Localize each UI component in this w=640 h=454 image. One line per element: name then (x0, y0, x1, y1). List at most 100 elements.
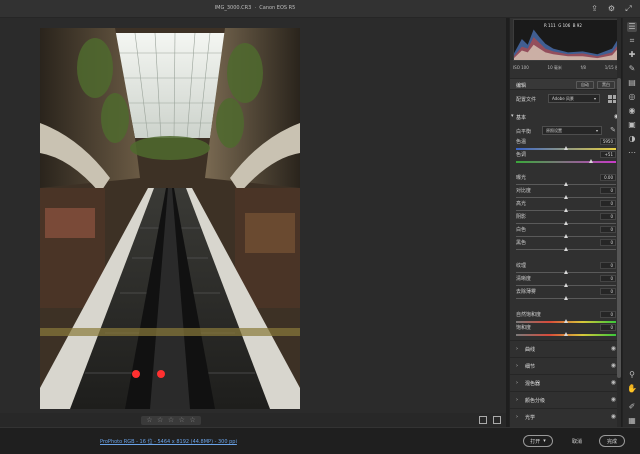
scrollbar-thumb[interactable] (617, 78, 621, 378)
grid-icon[interactable]: ▦ (627, 416, 637, 426)
gear-icon[interactable]: ⚙ (606, 3, 617, 14)
panel-header[interactable]: › 曲线 ◉ (510, 340, 621, 356)
chevron-down-icon: ▾ (593, 96, 596, 101)
panel-header[interactable]: › 颜色分级 ◉ (510, 391, 621, 407)
linear-gradient-icon[interactable]: ▤ (627, 78, 637, 88)
basic-section-header[interactable]: ▾ 基本 ◉ (510, 111, 621, 123)
cancel-button[interactable]: 取消 (564, 435, 590, 447)
panel-title: 曲线 (525, 347, 536, 353)
slider-thumb[interactable] (564, 296, 568, 300)
slider-value-input[interactable]: 0.00 (600, 174, 616, 181)
slider-thumb[interactable] (589, 159, 593, 163)
chevron-right-icon[interactable]: › (516, 363, 518, 369)
slider-thumb[interactable] (564, 283, 568, 287)
before-after-icon[interactable] (493, 416, 501, 424)
eye-icon[interactable]: ◉ (611, 379, 616, 386)
star-icon[interactable]: ☆ (189, 417, 195, 424)
star-icon[interactable]: ☆ (168, 417, 174, 424)
chevron-right-icon[interactable]: › (516, 346, 518, 352)
eye-icon[interactable]: ◉ (611, 362, 616, 369)
slider-thumb[interactable] (564, 195, 568, 199)
image-canvas[interactable] (0, 18, 506, 413)
slider-thumb[interactable] (564, 146, 568, 150)
slider-value-input[interactable]: 0 (600, 288, 616, 295)
slider-thumb[interactable] (564, 319, 568, 323)
slider-value-input[interactable]: 0 (600, 239, 616, 246)
eye-icon[interactable]: ◉ (611, 413, 616, 420)
chevron-down-icon[interactable]: ▾ (511, 113, 514, 119)
expand-icon[interactable]: ⤢ (623, 3, 634, 14)
zoom-icon[interactable]: ⚲ (627, 370, 637, 380)
slider-value-input[interactable]: 0 (600, 311, 616, 318)
exif-info: ISO 100 10 毫米 f/8 1/15 秒 (513, 65, 619, 72)
slider-row: 色温 5950 (516, 138, 616, 152)
sampler-icon[interactable]: ✐ (627, 402, 637, 412)
radial-gradient-icon[interactable]: ◎ (627, 92, 637, 102)
slider-value-input[interactable]: 0 (600, 262, 616, 269)
panel-header[interactable]: › 光学 ◉ (510, 408, 621, 424)
slider-label: 高光 (516, 201, 527, 207)
crop-icon[interactable]: ⌗ (627, 36, 637, 46)
redeye-icon[interactable]: ◉ (627, 106, 637, 116)
profile-browser-icon[interactable] (608, 95, 616, 103)
healing-icon[interactable]: ✚ (627, 50, 637, 60)
bw-button[interactable]: 黑白 (597, 81, 615, 89)
sliders-icon[interactable]: ☰ (627, 22, 637, 32)
slider-row: 去除薄雾 0 (516, 288, 616, 302)
slider-thumb[interactable] (564, 247, 568, 251)
slider-value-input[interactable]: 5950 (600, 138, 616, 145)
hand-icon[interactable]: ✋ (627, 384, 637, 394)
filmstrip-toggle-icon[interactable] (479, 416, 487, 424)
slider-thumb[interactable] (564, 332, 568, 336)
export-icon[interactable]: ⇪ (589, 3, 600, 14)
profile-select[interactable]: Adobe 风景 ▾ (548, 94, 600, 103)
slider-value-input[interactable]: 0 (600, 226, 616, 233)
slider-value-input[interactable]: 0 (600, 275, 616, 282)
slider-value-input[interactable]: 0 (600, 200, 616, 207)
panel-scrollbar[interactable] (617, 18, 621, 427)
slider-thumb[interactable] (564, 270, 568, 274)
slider-row: 色调 +51 (516, 151, 616, 165)
slider-row: 阴影 0 (516, 213, 616, 227)
panel-header[interactable]: › 混色器 ◉ (510, 374, 621, 390)
slider-label: 对比度 (516, 188, 532, 194)
histogram: R 111 G 106 B 92 (513, 19, 619, 61)
chevron-right-icon[interactable]: › (516, 397, 518, 403)
slider-thumb[interactable] (564, 182, 568, 186)
workflow-options-link[interactable]: ProPhoto RGB - 16 位 - 5464 x 8192 (44.8M… (100, 438, 237, 445)
star-rating[interactable]: ☆ ☆ ☆ ☆ ☆ (141, 416, 201, 425)
chevron-right-icon[interactable]: › (516, 380, 518, 386)
title-bar: IMG_3000.CR3 · Canon EOS R5 ⇪ ⚙ ⤢ (0, 0, 640, 18)
star-icon[interactable]: ☆ (146, 417, 152, 424)
panel-header[interactable]: › 细节 ◉ (510, 357, 621, 373)
brush-icon[interactable]: ✎ (627, 64, 637, 74)
slider-label: 饱和度 (516, 325, 532, 331)
wb-label: 白平衡 (516, 129, 532, 135)
panel-title: 混色器 (525, 381, 541, 387)
slider-label: 自然饱和度 (516, 312, 542, 318)
more-icon[interactable]: ⋯ (627, 148, 637, 158)
slider-value-input[interactable]: 0 (600, 324, 616, 331)
eye-icon[interactable]: ◉ (611, 345, 616, 352)
slider-track[interactable] (516, 161, 616, 163)
slider-value-input[interactable]: +51 (600, 151, 616, 158)
chevron-down-icon[interactable]: ▾ (543, 438, 546, 444)
done-button[interactable]: 完成 (599, 435, 625, 447)
slider-thumb[interactable] (564, 234, 568, 238)
slider-label: 色温 (516, 139, 527, 145)
eye-icon[interactable]: ◉ (611, 396, 616, 403)
slider-thumb[interactable] (564, 208, 568, 212)
auto-button[interactable]: 自动 (576, 81, 594, 89)
chevron-right-icon[interactable]: › (516, 414, 518, 420)
snapshot-icon[interactable]: ▣ (627, 120, 637, 130)
star-icon[interactable]: ☆ (157, 417, 163, 424)
eyedropper-icon[interactable]: ✎ (610, 126, 616, 134)
preset-icon[interactable]: ◑ (627, 134, 637, 144)
wb-select[interactable]: 原照设置 ▾ (542, 126, 602, 135)
slider-value-input[interactable]: 0 (600, 187, 616, 194)
slider-value-input[interactable]: 0 (600, 213, 616, 220)
slider-label: 清晰度 (516, 276, 532, 282)
open-button[interactable]: 打开 ▾ (523, 435, 553, 447)
star-icon[interactable]: ☆ (179, 417, 185, 424)
slider-thumb[interactable] (564, 221, 568, 225)
